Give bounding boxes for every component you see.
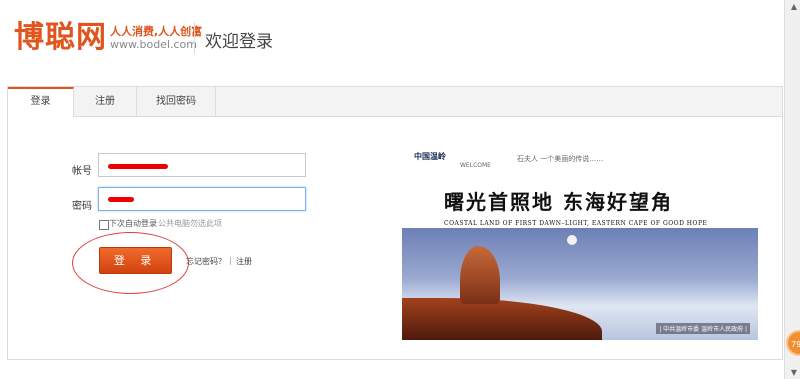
remember-label[interactable]: 下次自动登录 bbox=[109, 218, 157, 229]
scroll-down-icon[interactable]: ▼ bbox=[791, 368, 797, 377]
logo-slogan: 人人消费,人人创富 bbox=[110, 25, 203, 38]
banner-landscape: | 中共温岭市委 温岭市人民政府 | bbox=[402, 228, 758, 340]
header-divider bbox=[194, 22, 195, 54]
password-label: 密码 bbox=[72, 201, 92, 212]
tab-bar: 登录 注册 找回密码 bbox=[8, 87, 782, 117]
scroll-up-icon[interactable]: ▲ bbox=[791, 2, 797, 11]
logo-url: www.bodel.com bbox=[110, 38, 197, 51]
banner-slogan: 石夫人 一个美丽的传说…… bbox=[517, 155, 604, 163]
tab-login[interactable]: 登录 bbox=[8, 87, 74, 117]
account-label: 帐号 bbox=[72, 166, 92, 177]
banner-welcome: WELCOME bbox=[460, 162, 491, 169]
banner-top: 中国温岭 石夫人 一个美丽的传说…… WELCOME bbox=[402, 148, 758, 183]
vertical-scrollbar[interactable]: ▲ ▼ bbox=[784, 0, 800, 379]
banner-headline: 曙光首照地 东海好望角 bbox=[444, 190, 673, 214]
page-title: 欢迎登录 bbox=[205, 32, 273, 52]
remember-hint: 公共电脑勿选此项 bbox=[158, 219, 222, 228]
tab-recover-password[interactable]: 找回密码 bbox=[137, 87, 216, 116]
banner-logo: 中国温岭 bbox=[414, 152, 446, 161]
tab-register[interactable]: 注册 bbox=[74, 87, 137, 116]
login-panel: 登录 注册 找回密码 帐号 密码 下次自动登录 公共电脑勿选此项 登 录 忘记密… bbox=[7, 86, 783, 360]
remember-checkbox[interactable] bbox=[99, 220, 109, 230]
register-link[interactable]: 注册 bbox=[236, 256, 252, 267]
redacted-account bbox=[108, 164, 168, 169]
banner-footer: | 中共温岭市委 温岭市人民政府 | bbox=[656, 323, 750, 334]
promo-banner[interactable]: 中国温岭 石夫人 一个美丽的传说…… WELCOME 曙光首照地 东海好望角 C… bbox=[402, 148, 758, 340]
moon-shape bbox=[567, 235, 577, 245]
redacted-password bbox=[108, 197, 134, 202]
site-logo[interactable]: 博聪网 bbox=[14, 18, 107, 58]
link-separator: | bbox=[229, 256, 232, 265]
annotation-circle bbox=[72, 232, 189, 294]
rock-ground bbox=[402, 298, 602, 340]
banner-subline: COASTAL LAND OF FIRST DAWN–LIGHT, EASTER… bbox=[444, 220, 708, 227]
stone-lady-rock bbox=[460, 246, 500, 304]
forgot-password-link[interactable]: 忘记密码？ bbox=[186, 256, 226, 267]
